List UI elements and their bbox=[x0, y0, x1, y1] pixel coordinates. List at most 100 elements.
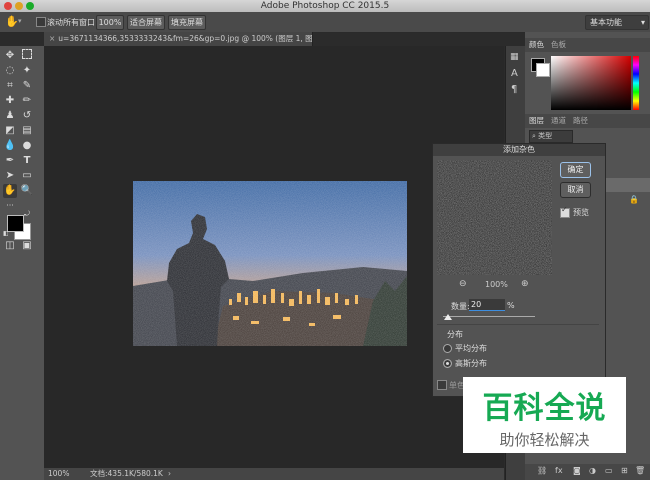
workspace-label: 基本功能 bbox=[590, 18, 622, 27]
add-noise-dialog: 添加杂色 确定 取消 ✓ 预览 ⊖ 100% ⊕ 数量: 20 % 分布 平均分… bbox=[432, 143, 606, 397]
magic-wand-tool-icon[interactable]: ✦ bbox=[20, 64, 34, 78]
tool-preset-chevron-icon[interactable]: ▾ bbox=[18, 17, 22, 25]
zoom-100-button[interactable]: 100% bbox=[96, 15, 124, 30]
uniform-label: 平均分布 bbox=[455, 344, 487, 353]
layers-panel-tabs: 图层 通道 路径 bbox=[525, 114, 650, 128]
eyedropper-tool-icon[interactable]: ✎ bbox=[20, 79, 34, 93]
history-panel-icon[interactable]: ▦ bbox=[510, 52, 519, 62]
lock-icon: 🔒 bbox=[629, 195, 639, 204]
chevron-down-icon: ▾ bbox=[640, 18, 645, 27]
watermark-title: 百科全说 bbox=[482, 391, 607, 426]
zoom-in-icon[interactable]: ⊕ bbox=[521, 279, 529, 289]
window-title: Adobe Photoshop CC 2015.5 bbox=[260, 1, 390, 11]
hue-slider[interactable] bbox=[633, 56, 639, 110]
blur-tool-icon[interactable]: 💧 bbox=[3, 139, 17, 153]
clone-stamp-tool-icon[interactable]: ♟ bbox=[3, 109, 17, 123]
checkmark-icon: ✓ bbox=[561, 205, 568, 214]
character-panel-icon[interactable]: A bbox=[511, 68, 518, 79]
search-icon: ⌕ bbox=[532, 132, 536, 140]
default-colors-icon[interactable]: ◧ bbox=[3, 230, 9, 237]
delete-layer-icon[interactable]: 🗑 bbox=[635, 466, 645, 475]
watermark-subtitle: 助你轻松解决 bbox=[499, 431, 590, 449]
new-layer-icon[interactable]: ⊞ bbox=[621, 466, 628, 475]
tab-paths[interactable]: 路径 bbox=[573, 114, 588, 128]
scroll-all-windows-checkbox[interactable] bbox=[36, 17, 46, 27]
hand-tool-icon[interactable]: ✋ bbox=[5, 15, 19, 28]
history-brush-tool-icon[interactable]: ↺ bbox=[20, 109, 34, 123]
amount-input[interactable]: 20 bbox=[469, 299, 505, 311]
layers-footer: ⛓ fx ◙ ◑ ▭ ⊞ 🗑 bbox=[525, 464, 650, 480]
status-bar: 100% 文档:435.1K/580.1K › bbox=[44, 468, 504, 480]
status-menu-icon[interactable]: › bbox=[168, 468, 171, 480]
scroll-all-windows-label: 滚动所有窗口 bbox=[47, 18, 95, 27]
add-mask-icon[interactable]: ◙ bbox=[573, 466, 581, 475]
crop-tool-icon[interactable]: ⌗ bbox=[3, 79, 17, 93]
close-tab-icon[interactable]: × bbox=[49, 34, 55, 43]
workspace-switcher[interactable]: 基本功能 ▾ bbox=[585, 15, 649, 30]
new-group-icon[interactable]: ▭ bbox=[605, 466, 613, 475]
foreground-color-swatch[interactable] bbox=[7, 215, 24, 232]
type-tool-icon[interactable]: T bbox=[20, 154, 34, 168]
layer-kind-label: 类型 bbox=[538, 132, 553, 140]
screen-mode-icon[interactable]: ▣ bbox=[20, 239, 34, 253]
tab-swatches[interactable]: 色板 bbox=[551, 38, 566, 52]
document-size: 文档:435.1K/580.1K bbox=[90, 469, 163, 478]
options-bar: ✋ ▾ 滚动所有窗口 100% 适合屏幕 填充屏幕 基本功能 ▾ bbox=[0, 12, 650, 33]
amount-slider-thumb[interactable] bbox=[443, 314, 452, 320]
uniform-radio[interactable] bbox=[443, 344, 452, 353]
rectangle-tool-icon[interactable]: ▭ bbox=[20, 169, 34, 183]
zoom-level[interactable]: 100% bbox=[48, 468, 69, 480]
paragraph-panel-icon[interactable]: ¶ bbox=[511, 84, 517, 95]
toolbar: ✥ ◌ ✦ ⌗ ✎ ✚ ✏ ♟ ↺ ◩ ▤ 💧 ● ✒ T ➤ ▭ ✋ 🔍 ··… bbox=[0, 46, 45, 480]
amount-label: 数量: bbox=[451, 302, 470, 311]
cancel-button[interactable]: 取消 bbox=[560, 182, 591, 198]
marquee-tool-icon[interactable] bbox=[20, 49, 34, 63]
tab-channels[interactable]: 通道 bbox=[551, 114, 566, 128]
layer-style-icon[interactable]: fx bbox=[555, 466, 563, 475]
gaussian-label: 高斯分布 bbox=[455, 359, 487, 368]
noise-preview-image bbox=[437, 160, 552, 275]
ok-button[interactable]: 确定 bbox=[560, 162, 591, 178]
move-tool-icon[interactable]: ✥ bbox=[3, 49, 17, 63]
fill-screen-button[interactable]: 填充屏幕 bbox=[168, 15, 206, 30]
dialog-title: 添加杂色 bbox=[433, 144, 605, 156]
preview-zoom-level: 100% bbox=[485, 280, 508, 289]
distribution-label: 分布 bbox=[447, 330, 463, 339]
fit-screen-button[interactable]: 适合屏幕 bbox=[127, 15, 165, 30]
zoom-tool-icon[interactable]: 🔍 bbox=[20, 184, 34, 198]
more-tools-icon[interactable]: ··· bbox=[3, 199, 17, 213]
noise-preview[interactable] bbox=[437, 160, 552, 275]
distribution-group: 分布 平均分布 高斯分布 bbox=[437, 324, 599, 373]
lasso-tool-icon[interactable]: ◌ bbox=[3, 64, 17, 78]
tab-color[interactable]: 颜色 bbox=[529, 38, 544, 52]
dodge-tool-icon[interactable]: ● bbox=[20, 139, 34, 153]
gaussian-radio[interactable] bbox=[443, 359, 452, 368]
document-tab-title: u=3671134366,3533333243&fm=26&gp=0.jpg @… bbox=[58, 34, 313, 43]
link-layers-icon[interactable]: ⛓ bbox=[537, 466, 547, 475]
gradient-tool-icon[interactable]: ▤ bbox=[20, 124, 34, 138]
panel-background-swatch[interactable] bbox=[536, 63, 550, 77]
monochrome-checkbox[interactable] bbox=[437, 380, 447, 390]
healing-brush-tool-icon[interactable]: ✚ bbox=[3, 94, 17, 108]
color-panel-tabs: 颜色 色板 bbox=[525, 38, 650, 52]
color-picker-field[interactable] bbox=[551, 56, 631, 110]
city-photo bbox=[133, 181, 407, 346]
tab-layers[interactable]: 图层 bbox=[529, 114, 544, 128]
adjustment-layer-icon[interactable]: ◑ bbox=[589, 466, 596, 475]
path-selection-tool-icon[interactable]: ➤ bbox=[3, 169, 17, 183]
title-bar: Adobe Photoshop CC 2015.5 bbox=[0, 0, 650, 12]
amount-slider-track[interactable] bbox=[443, 316, 535, 317]
eraser-tool-icon[interactable]: ◩ bbox=[3, 124, 17, 138]
pen-tool-icon[interactable]: ✒ bbox=[3, 154, 17, 168]
quick-mask-icon[interactable]: ◫ bbox=[3, 239, 17, 253]
amount-unit: % bbox=[507, 301, 515, 310]
document-tab[interactable]: × u=3671134366,3533333243&fm=26&gp=0.jpg … bbox=[44, 32, 313, 46]
layer-kind-filter[interactable]: ⌕ 类型 bbox=[529, 130, 573, 143]
hand-tool-icon[interactable]: ✋ bbox=[3, 184, 17, 198]
swap-colors-icon[interactable]: ⤾ bbox=[24, 210, 30, 219]
zoom-out-icon[interactable]: ⊖ bbox=[459, 279, 467, 289]
watermark-logo: 百科全说 助你轻松解决 bbox=[463, 377, 626, 453]
brush-tool-icon[interactable]: ✏ bbox=[20, 94, 34, 108]
document-image[interactable] bbox=[133, 181, 407, 346]
preview-label: 预览 bbox=[573, 208, 589, 217]
